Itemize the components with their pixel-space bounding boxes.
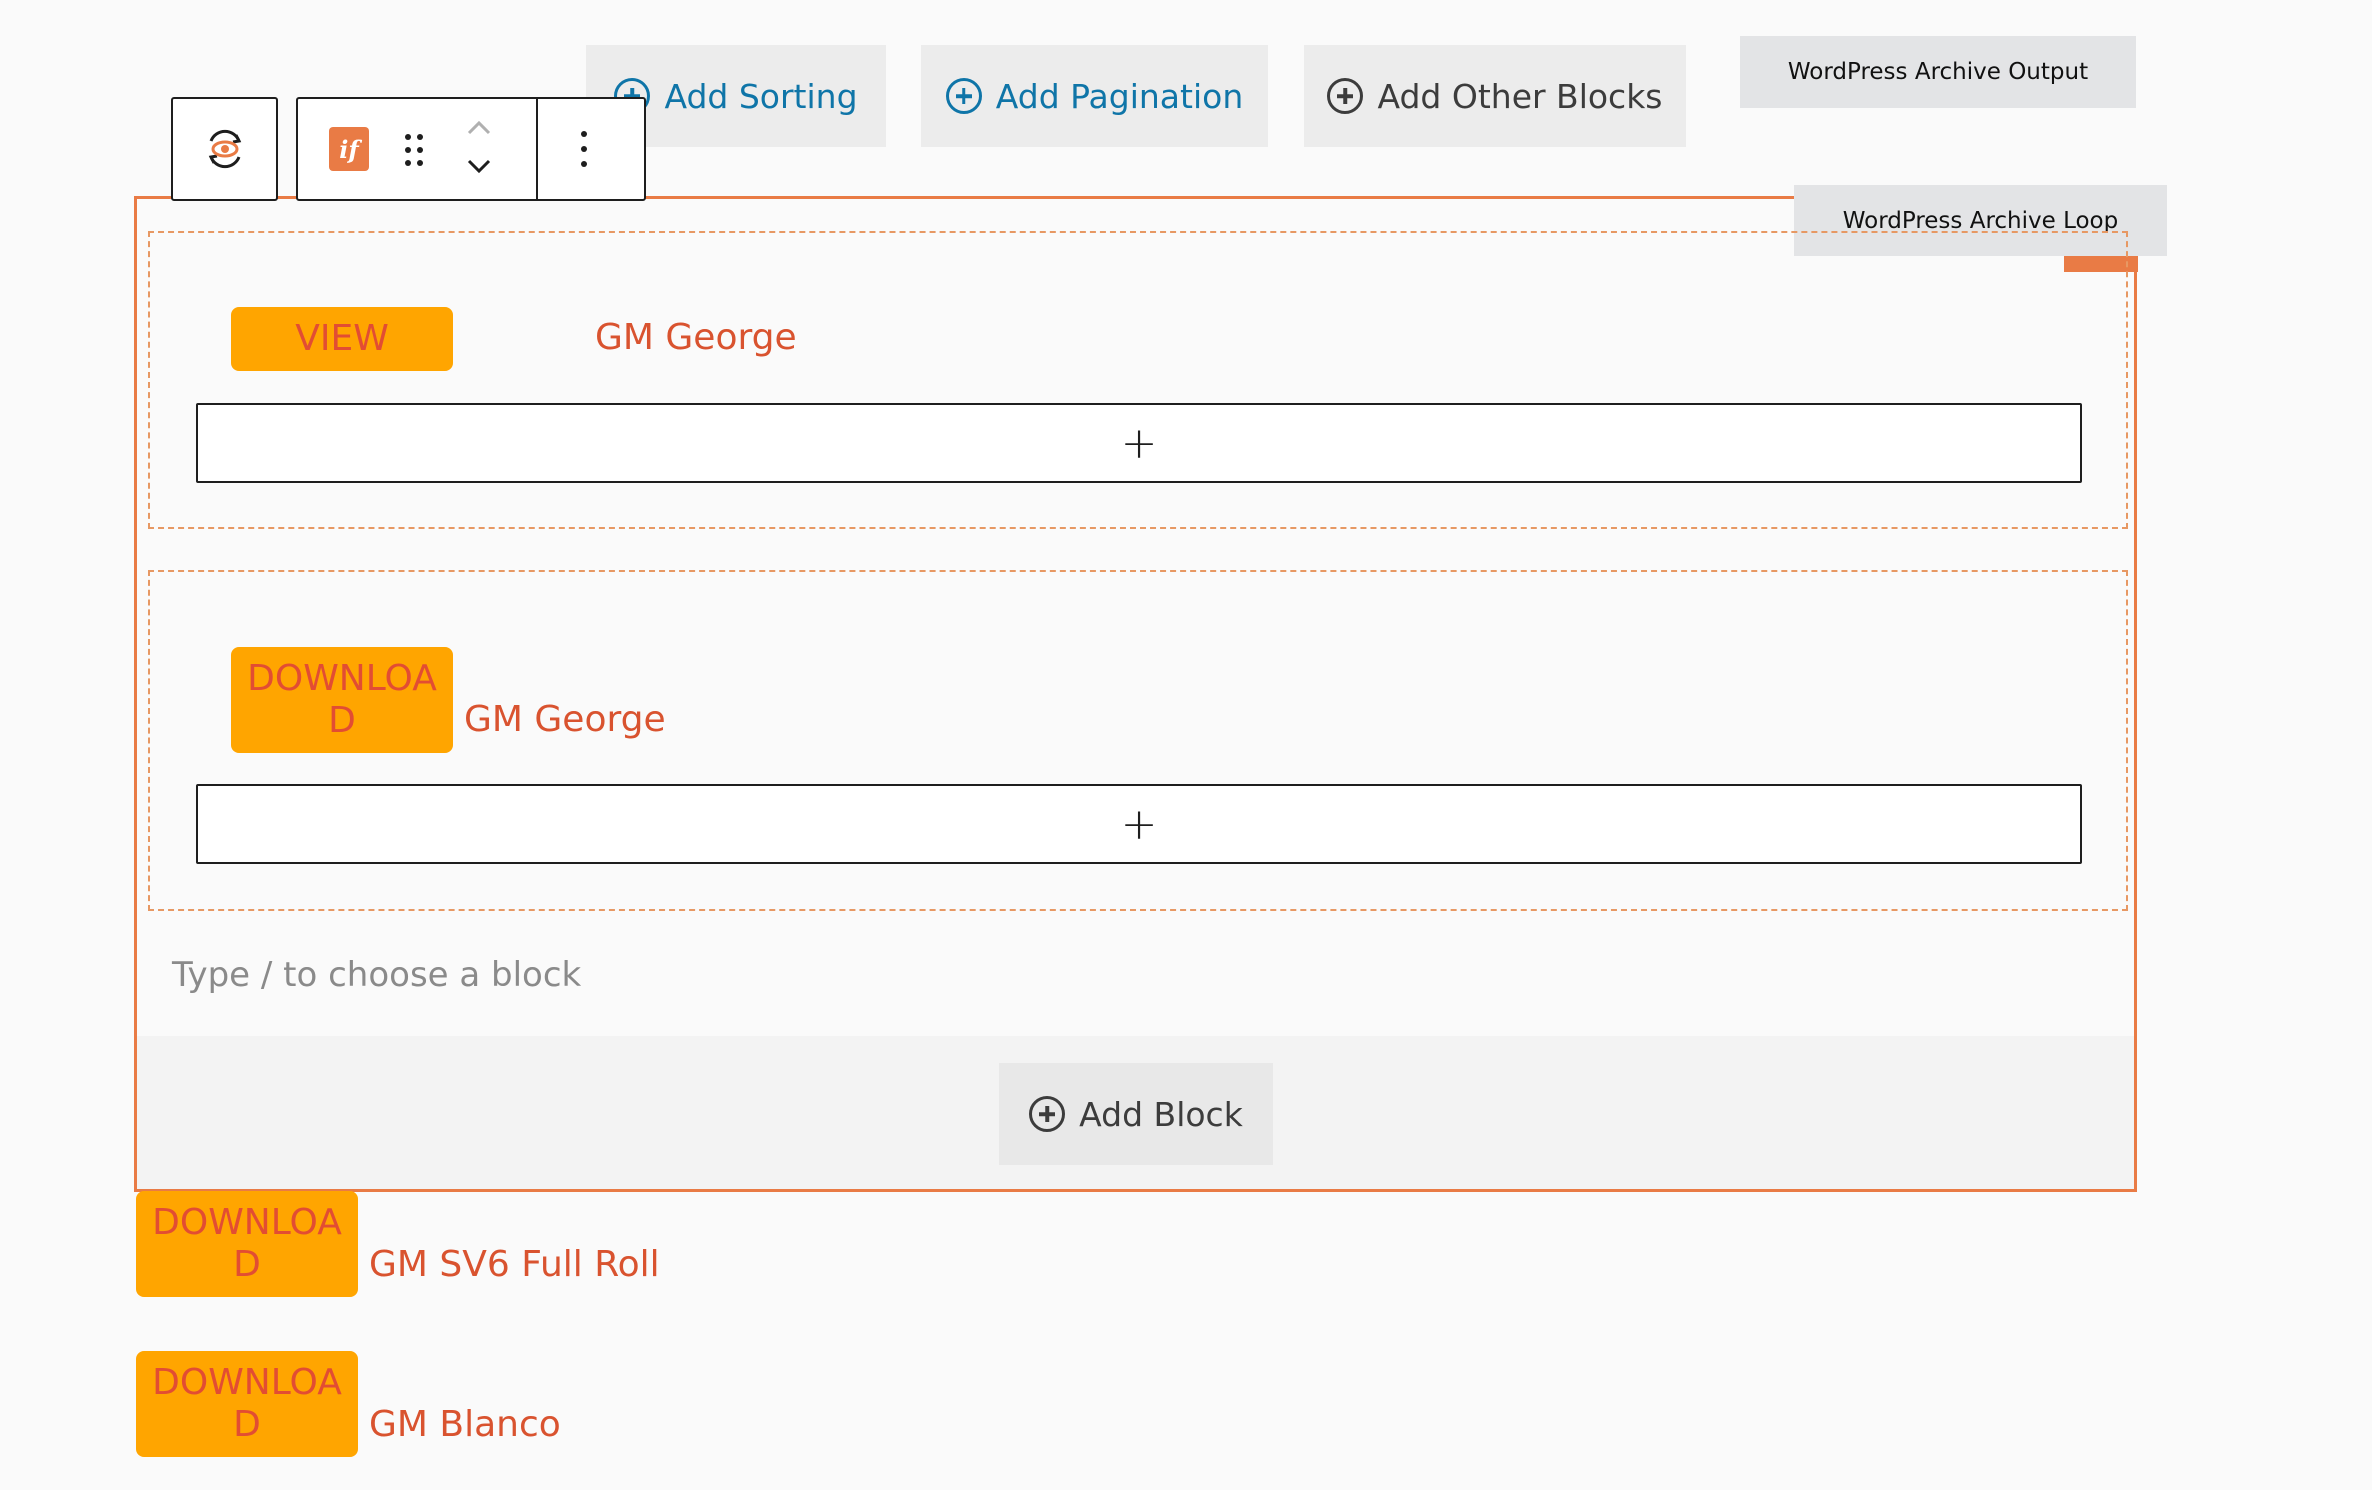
- add-other-blocks-label: Add Other Blocks: [1377, 76, 1663, 116]
- download-button[interactable]: DOWNLOAD: [231, 647, 453, 753]
- archive-output-tag: WordPress Archive Output: [1740, 36, 2136, 108]
- add-other-blocks-button[interactable]: Add Other Blocks: [1304, 45, 1686, 147]
- download-button-label: DOWNLOAD: [247, 658, 437, 741]
- add-block-button[interactable]: Add Block: [999, 1063, 1273, 1165]
- add-block-label: Add Block: [1079, 1094, 1243, 1134]
- download-button-label: DOWNLOAD: [152, 1362, 342, 1445]
- plus-icon: +: [1120, 417, 1158, 469]
- item-title: GM George: [595, 317, 797, 358]
- add-circle-icon: [1327, 78, 1364, 114]
- conditional-block-icon[interactable]: if: [329, 127, 369, 171]
- block-appender-button[interactable]: +: [196, 784, 2082, 864]
- add-sorting-label: Add Sorting: [664, 76, 858, 116]
- download-button[interactable]: DOWNLOAD: [136, 1191, 358, 1297]
- move-down-icon[interactable]: [465, 155, 493, 177]
- download-button-label: DOWNLOAD: [152, 1202, 342, 1285]
- view-button[interactable]: VIEW: [231, 307, 453, 371]
- move-up-icon[interactable]: [465, 117, 493, 139]
- view-switch-icon: [208, 129, 241, 169]
- download-button[interactable]: DOWNLOAD: [136, 1351, 358, 1457]
- loop-item[interactable]: [148, 231, 2128, 529]
- add-circle-icon: [1029, 1096, 1066, 1132]
- conditional-icon-text: if: [339, 134, 359, 164]
- block-placeholder[interactable]: Type / to choose a block: [172, 955, 581, 995]
- item-title: GM George: [464, 699, 666, 740]
- block-switcher[interactable]: [171, 97, 278, 201]
- more-options-icon[interactable]: [580, 129, 588, 169]
- add-pagination-label: Add Pagination: [995, 76, 1244, 116]
- plus-icon: +: [1120, 798, 1158, 850]
- block-appender-button[interactable]: +: [196, 403, 2082, 483]
- add-pagination-button[interactable]: Add Pagination: [921, 45, 1268, 147]
- toolbar-divider: [536, 99, 538, 199]
- item-title: GM Blanco: [369, 1404, 561, 1445]
- drag-handle-icon[interactable]: [404, 133, 424, 167]
- add-circle-icon: [945, 78, 982, 114]
- block-toolbar-main: if: [296, 97, 646, 201]
- item-title: GM SV6 Full Roll: [369, 1244, 660, 1285]
